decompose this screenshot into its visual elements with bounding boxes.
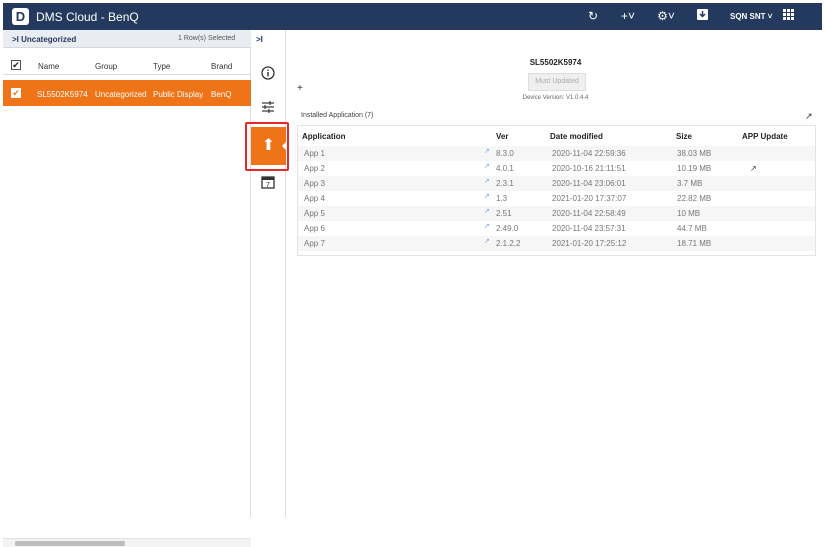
app-date: 2020-11-04 23:57:31 bbox=[552, 224, 626, 233]
column-brand[interactable]: Brand bbox=[211, 62, 232, 71]
installed-app-table: Application Ver Date modified Size APP U… bbox=[297, 125, 816, 256]
calendar-day: 7 bbox=[266, 182, 270, 189]
select-all-checkbox[interactable]: ✔ bbox=[11, 60, 21, 70]
apps-grid-icon[interactable] bbox=[782, 9, 794, 23]
row-checkbox[interactable]: ✔ bbox=[11, 88, 21, 98]
device-version: Device Version: V1.0.4.4 bbox=[522, 95, 589, 101]
col-ver[interactable]: Ver bbox=[496, 132, 508, 141]
version-icon: ↗ bbox=[484, 208, 490, 215]
column-group[interactable]: Group bbox=[95, 62, 117, 71]
col-application[interactable]: Application bbox=[302, 132, 346, 141]
col-size[interactable]: Size bbox=[676, 132, 692, 141]
download-icon[interactable] bbox=[696, 9, 708, 23]
panel-expand-toggle[interactable]: >I bbox=[256, 35, 263, 44]
app-date: 2020-11-04 22:58:49 bbox=[552, 209, 626, 218]
device-name-cell: SL5502K5974 bbox=[37, 90, 88, 99]
app-update-trend-icon[interactable]: ↗ bbox=[750, 164, 757, 173]
dms-logo-icon: D bbox=[12, 8, 29, 25]
table-row[interactable]: App 2 ↗ 4.0.1 2020-10-16 21:11:51 10.19 … bbox=[298, 161, 815, 176]
app-ver: 2.3.1 bbox=[496, 179, 514, 188]
app-size: 18.71 MB bbox=[677, 239, 712, 248]
version-icon: ↗ bbox=[484, 163, 490, 170]
installed-app-label: Installed Application (7) bbox=[301, 112, 374, 119]
app-ver: 2.1.2.2 bbox=[496, 239, 521, 248]
app-date: 2021-01-20 17:37:07 bbox=[552, 194, 627, 203]
scrollbar-thumb[interactable] bbox=[15, 541, 125, 546]
app-ver: 8.3.0 bbox=[496, 149, 514, 158]
device-group-cell: Uncategorized bbox=[95, 90, 147, 99]
sliders-icon[interactable] bbox=[260, 100, 276, 116]
app-ver: 4.0.1 bbox=[496, 164, 514, 173]
device-brand-cell: BenQ bbox=[211, 90, 232, 99]
group-collapse-toggle[interactable]: >I Uncategorized bbox=[12, 35, 76, 44]
detail-nav-rail: >I ⬆ 7 bbox=[251, 30, 287, 517]
table-row[interactable]: App 4 ↗ 1.3 2021-01-20 17:37:07 22.82 MB bbox=[298, 191, 815, 206]
device-list-panel: >I Uncategorized 1 Row(s) Selected ✔ Nam… bbox=[3, 30, 251, 547]
version-icon: ↗ bbox=[484, 193, 490, 200]
must-updated-button[interactable]: Must Updated bbox=[528, 73, 586, 91]
column-name[interactable]: Name bbox=[38, 62, 59, 71]
app-name: App 7 bbox=[304, 239, 325, 248]
app-title: DMS Cloud - BenQ bbox=[36, 10, 139, 24]
add-app-button[interactable]: + bbox=[297, 83, 303, 94]
app-size: 22.82 MB bbox=[677, 194, 712, 203]
version-icon: ↗ bbox=[484, 223, 490, 230]
table-row[interactable]: App 6 ↗ 2.49.0 2020-11-04 23:57:31 44.7 … bbox=[298, 221, 815, 236]
app-size: 38.03 MB bbox=[677, 149, 712, 158]
settings-dropdown-icon[interactable]: ⚙˅ bbox=[655, 9, 677, 23]
app-name: App 6 bbox=[304, 224, 325, 233]
table-row[interactable]: App 1 ↗ 8.3.0 2020-11-04 22:59:36 38.03 … bbox=[298, 146, 815, 161]
refresh-icon[interactable]: ↻ bbox=[586, 9, 600, 23]
device-grid-header: ✔ Name Group Type Brand bbox=[3, 48, 251, 75]
device-type-cell: Public Display bbox=[153, 90, 204, 99]
top-bar: D DMS Cloud - BenQ ↻ +˅ ⚙˅ SQN SNT ˅ bbox=[3, 3, 822, 30]
col-date-modified[interactable]: Date modified bbox=[550, 132, 603, 141]
app-date: 2021-01-20 17:25:12 bbox=[552, 239, 627, 248]
app-date: 2020-11-04 23:06:01 bbox=[552, 179, 626, 188]
app-name: App 1 bbox=[304, 149, 325, 158]
app-window: D DMS Cloud - BenQ ↻ +˅ ⚙˅ SQN SNT ˅ >I … bbox=[0, 0, 825, 547]
app-name: App 2 bbox=[304, 164, 325, 173]
calendar-icon[interactable]: 7 bbox=[260, 175, 276, 191]
horizontal-scrollbar[interactable] bbox=[3, 538, 251, 547]
user-name: SQN SNT bbox=[730, 12, 766, 21]
app-size: 10 MB bbox=[677, 209, 701, 218]
app-date: 2020-11-04 22:59:36 bbox=[552, 149, 626, 158]
user-menu[interactable]: SQN SNT ˅ bbox=[730, 12, 772, 21]
table-row[interactable]: App 3 ↗ 2.3.1 2020-11-04 23:06:01 3.7 MB bbox=[298, 176, 815, 191]
app-ver: 2.49.0 bbox=[496, 224, 519, 233]
app-ver: 2.51 bbox=[496, 209, 512, 218]
add-dropdown-icon[interactable]: +˅ bbox=[617, 9, 639, 23]
device-row-selected[interactable]: ✔ SL5502K5974 Uncategorized Public Displ… bbox=[3, 80, 251, 106]
app-name: App 4 bbox=[304, 194, 325, 203]
version-icon: ↗ bbox=[484, 238, 490, 245]
col-app-update[interactable]: APP Update bbox=[742, 132, 788, 141]
group-header: >I Uncategorized 1 Row(s) Selected bbox=[3, 30, 251, 48]
app-name: App 3 bbox=[304, 179, 325, 188]
version-icon: ↗ bbox=[484, 148, 490, 155]
highlight-box bbox=[245, 122, 289, 171]
info-icon[interactable] bbox=[260, 66, 276, 82]
version-icon: ↗ bbox=[484, 178, 490, 185]
column-type[interactable]: Type bbox=[153, 62, 170, 71]
app-size: 3.7 MB bbox=[677, 179, 703, 188]
app-date: 2020-10-16 21:11:51 bbox=[552, 164, 626, 173]
app-name: App 5 bbox=[304, 209, 325, 218]
selected-count: 1 Row(s) Selected bbox=[178, 35, 236, 42]
table-row[interactable]: App 5 ↗ 2.51 2020-11-04 22:58:49 10 MB bbox=[298, 206, 815, 221]
app-size: 10.19 MB bbox=[677, 164, 712, 173]
table-row[interactable]: App 7 ↗ 2.1.2.2 2021-01-20 17:25:12 18.7… bbox=[298, 236, 815, 251]
app-ver: 1.3 bbox=[496, 194, 508, 203]
app-size: 44.7 MB bbox=[677, 224, 707, 233]
trend-icon[interactable]: ↗ bbox=[805, 111, 813, 122]
device-title: SL5502K5974 bbox=[529, 58, 582, 67]
